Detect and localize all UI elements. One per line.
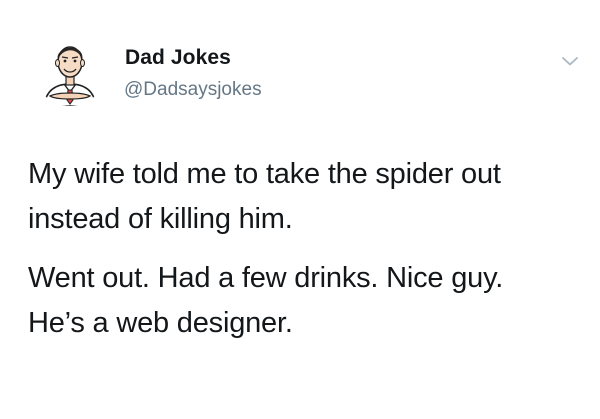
tweet-line: My wife told me to take the spider out bbox=[28, 158, 501, 190]
tweet-paragraph-1: My wife told me to take the spider out i… bbox=[28, 152, 588, 242]
tweet-menu-button[interactable] bbox=[559, 50, 581, 72]
tweet-line: instead of killing him. bbox=[28, 203, 293, 235]
author-avatar[interactable] bbox=[34, 34, 106, 106]
author-handle[interactable]: @Dadsaysjokes bbox=[124, 79, 262, 101]
dad-cartoon-avatar-icon bbox=[43, 46, 97, 106]
tweet-line: Went out. Had a few drinks. Nice guy. bbox=[28, 262, 504, 294]
tweet-paragraph-2: Went out. Had a few drinks. Nice guy. He… bbox=[28, 256, 588, 346]
tweet-line: He’s a web designer. bbox=[28, 307, 293, 339]
tweet-text: My wife told me to take the spider out i… bbox=[28, 152, 588, 360]
chevron-down-icon bbox=[562, 57, 578, 66]
author-display-name[interactable]: Dad Jokes bbox=[125, 46, 231, 70]
tweet-card: Dad Jokes @Dadsaysjokes My wife told me … bbox=[0, 0, 600, 419]
